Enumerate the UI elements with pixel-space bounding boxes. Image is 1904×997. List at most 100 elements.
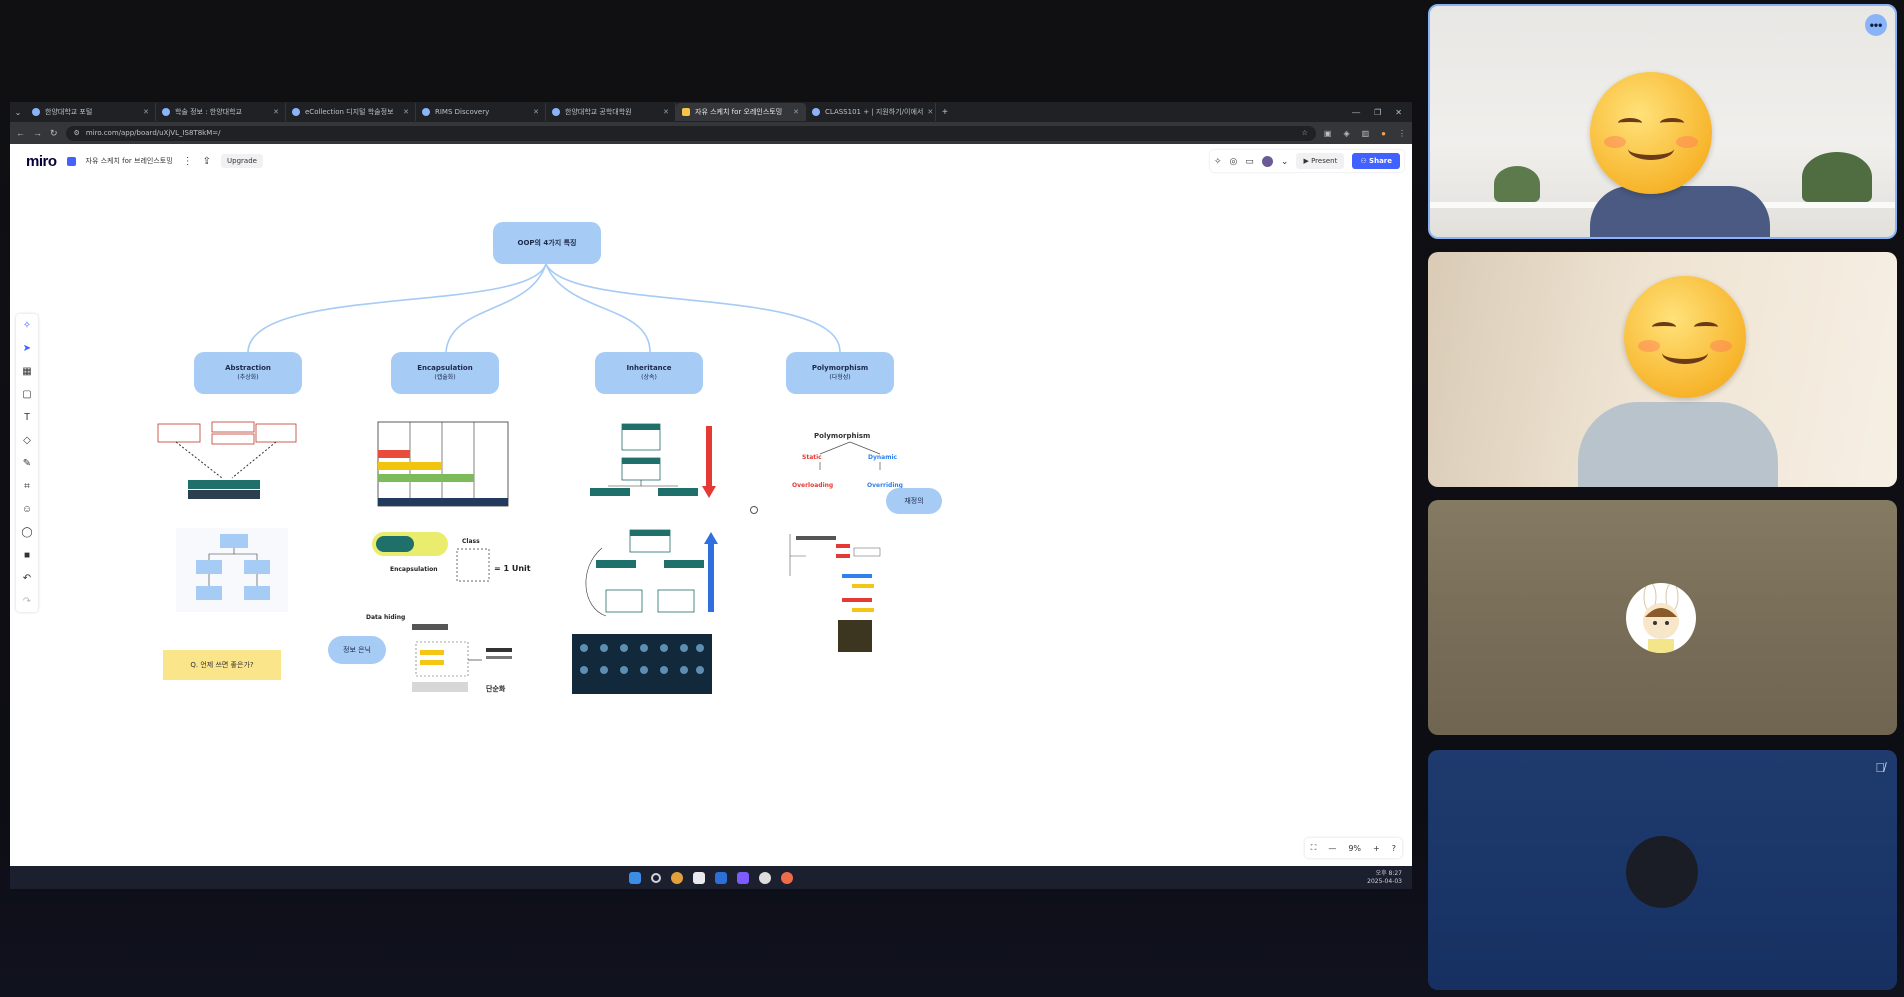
data-hiding-label: Data hiding — [366, 614, 406, 621]
simplify-label: 단순화 — [486, 685, 506, 693]
close-tab-icon[interactable]: ✕ — [399, 108, 409, 116]
encapsulation-capsule[interactable] — [370, 528, 450, 560]
close-tab-icon[interactable]: ✕ — [529, 108, 539, 116]
miro-favicon-icon — [682, 108, 690, 116]
mic-off-icon: 🎙̸ — [1875, 760, 1885, 775]
close-tab-icon[interactable]: ✕ — [269, 108, 279, 116]
search-icon[interactable] — [651, 872, 661, 883]
app-icon[interactable] — [781, 871, 793, 884]
zoom-controls: ⛶ — 9% + ? — [1304, 838, 1402, 858]
file-explorer-icon[interactable] — [693, 871, 705, 884]
system-clock[interactable]: 오후 8:27 2025-04-03 — [1367, 870, 1402, 886]
face-emoji-icon — [1590, 72, 1712, 194]
sidebar-icon[interactable]: ▥ — [1362, 129, 1370, 138]
access-modifier-table[interactable] — [376, 420, 510, 508]
close-tab-icon[interactable]: ✕ — [659, 108, 669, 116]
browser-tab[interactable]: 한양대학교 공학대학원 ✕ — [546, 103, 676, 121]
inheritance-node[interactable]: Inheritance (상속) — [595, 352, 703, 394]
participant-tile[interactable]: 🎙̸ — [1428, 750, 1897, 990]
close-tab-icon[interactable]: ✕ — [789, 108, 799, 116]
data-hiding-code[interactable] — [406, 620, 514, 694]
favicon-icon — [422, 108, 430, 116]
browser-tab[interactable]: eCollection 디지털 학술정보 ✕ — [286, 103, 416, 121]
extension-icons: ▣ ◈ ▥ ● ⋮ — [1324, 129, 1406, 138]
encapsulation-node[interactable]: Encapsulation (캡슐화) — [391, 352, 499, 394]
poly-overloading-label: Overloading — [792, 482, 834, 489]
tab-search-icon[interactable]: ⌄ — [10, 108, 26, 117]
app-icon[interactable] — [737, 871, 749, 884]
question-sticky-note[interactable]: Q. 언제 쓰면 좋은가? — [163, 650, 281, 680]
close-tab-icon[interactable]: ✕ — [923, 108, 933, 116]
enc-unit-label: = 1 Unit — [494, 564, 531, 573]
browser-tab[interactable]: 한양대학교 포털 ✕ — [26, 103, 156, 121]
root-node[interactable]: OOP의 4가지 특징 — [493, 222, 601, 264]
class-hierarchy-card[interactable] — [176, 528, 288, 612]
participant-tile[interactable] — [1428, 500, 1897, 735]
plant-left — [1494, 166, 1540, 202]
windows-start-icon[interactable] — [629, 871, 641, 884]
profile-icon[interactable]: ● — [1381, 129, 1386, 138]
cartoon-thumbnail[interactable] — [838, 620, 872, 652]
info-hiding-pill[interactable]: 정보 은닉 — [328, 636, 386, 664]
favicon-icon — [292, 108, 300, 116]
polymorphism-title: Polymorphism — [814, 432, 871, 440]
extension-icon[interactable]: ▣ — [1324, 129, 1332, 138]
participant-tile-active[interactable]: ••• — [1428, 4, 1897, 239]
browser-tab[interactable]: CLASS101 + | 지원하기/이에서 ✕ — [806, 103, 936, 121]
enc-caption: Encapsulation — [390, 566, 438, 573]
game-characters-thumbnail[interactable] — [572, 634, 712, 694]
favicon-icon — [552, 108, 560, 116]
face-emoji-icon — [1624, 276, 1746, 398]
browser-tab[interactable]: 학술 정보 : 한양대학교 ✕ — [156, 103, 286, 121]
help-icon[interactable]: ? — [1392, 844, 1396, 853]
site-info-icon[interactable]: ⚙ — [74, 129, 80, 137]
polymorphism-node[interactable]: Polymorphism (다형성) — [786, 352, 894, 394]
inheritance-tree-diagram[interactable] — [582, 528, 722, 624]
browser-tab[interactable]: RIMS Discovery ✕ — [416, 103, 546, 121]
bunny-avatar — [1626, 583, 1696, 653]
class-members-box — [456, 548, 490, 582]
url-field[interactable]: ⚙ miro.com/app/board/uXjVL_IS8T8kM=/ ☆ — [65, 125, 1316, 141]
new-tab-icon[interactable]: + — [936, 107, 954, 118]
participant-avatar — [1626, 836, 1698, 908]
back-icon[interactable]: ← — [16, 128, 25, 138]
participant-tile[interactable] — [1428, 252, 1897, 487]
abstraction-node[interactable]: Abstraction (추상화) — [194, 352, 302, 394]
more-options-icon[interactable]: ••• — [1865, 14, 1887, 36]
fit-to-screen-icon[interactable]: ⛶ — [1311, 843, 1317, 853]
close-window-icon[interactable]: ✕ — [1395, 108, 1402, 117]
canvas-cursor — [750, 506, 758, 514]
video-call-window: ⌄ 한양대학교 포털 ✕ 학술 정보 : 한양대학교 ✕ eCollection 디… — [0, 0, 1904, 997]
zoom-in-icon[interactable]: + — [1373, 844, 1380, 853]
person-shirt — [1578, 402, 1778, 487]
minimize-icon[interactable]: — — [1352, 108, 1360, 117]
browser-menu-icon[interactable]: ⋮ — [1398, 129, 1406, 138]
app-icon[interactable] — [715, 871, 727, 884]
miro-board-canvas[interactable]: miro 자유 스케치 for 브레인스토밍 ⋮ ⇪ Upgrade ✧ ◎ ▭… — [10, 144, 1412, 866]
favicon-icon — [32, 108, 40, 116]
browser-tab-active[interactable]: 자유 스케치 for 오레인스토밍 ✕ — [676, 103, 806, 121]
poly-static-label: Static — [802, 454, 822, 461]
app-icon[interactable] — [759, 871, 771, 884]
inheritance-diagram[interactable] — [588, 420, 718, 508]
polymorphism-code-notes[interactable] — [786, 526, 916, 618]
shared-screen: ⌄ 한양대학교 포털 ✕ 학술 정보 : 한양대학교 ✕ eCollection 디… — [10, 102, 1412, 889]
zoom-out-icon[interactable]: — — [1328, 844, 1336, 853]
favicon-icon — [812, 108, 820, 116]
close-tab-icon[interactable]: ✕ — [139, 108, 149, 116]
bookmark-star-icon[interactable]: ☆ — [1302, 129, 1308, 137]
bunny-icon — [1643, 583, 1679, 653]
window-controls: — ❐ ✕ — [1352, 108, 1412, 117]
maximize-icon[interactable]: ❐ — [1374, 108, 1381, 117]
zoom-level[interactable]: 9% — [1348, 844, 1361, 853]
forward-icon[interactable]: → — [33, 128, 42, 138]
enc-class-label: Class — [462, 538, 480, 545]
os-taskbar: 오후 8:27 2025-04-03 — [10, 866, 1412, 889]
abstraction-diagram[interactable] — [156, 420, 298, 502]
chrome-icon[interactable] — [671, 871, 683, 884]
reload-icon[interactable]: ↻ — [50, 128, 58, 139]
favicon-icon — [162, 108, 170, 116]
redefine-pill[interactable]: 재정의 — [886, 488, 942, 514]
extensions-puzzle-icon[interactable]: ◈ — [1343, 129, 1349, 138]
address-bar-row: ← → ↻ ⚙ miro.com/app/board/uXjVL_IS8T8kM… — [10, 122, 1412, 144]
